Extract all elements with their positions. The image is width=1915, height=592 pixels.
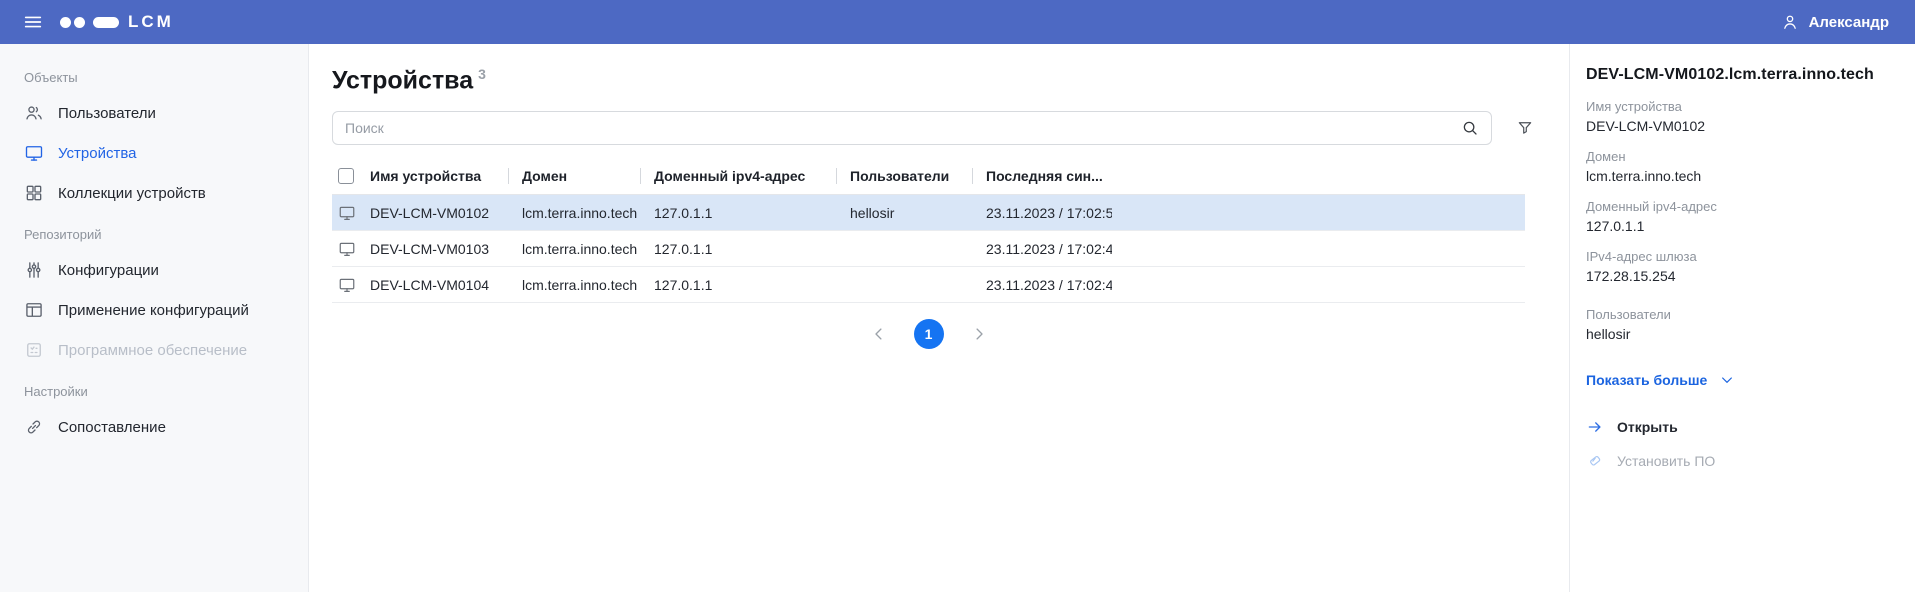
sliders-icon bbox=[24, 260, 44, 280]
install-software-icon bbox=[1586, 452, 1604, 470]
field-value-domain: lcm.terra.inno.tech bbox=[1586, 168, 1895, 184]
sidebar-item-label: Сопоставление bbox=[58, 419, 166, 436]
sidebar-item-devices[interactable]: Устройства bbox=[0, 133, 308, 173]
device-icon bbox=[338, 276, 356, 294]
sidebar-section-repository: Репозиторий bbox=[0, 213, 308, 250]
previous-page-icon[interactable] bbox=[870, 325, 888, 343]
sidebar-item-device-collections[interactable]: Коллекции устройств bbox=[0, 173, 308, 213]
device-icon bbox=[338, 240, 356, 258]
grid-icon bbox=[24, 183, 44, 203]
field-value-device-name: DEV-LCM-VM0102 bbox=[1586, 118, 1895, 134]
field-label-domain: Домен bbox=[1586, 149, 1895, 164]
next-page-icon[interactable] bbox=[970, 325, 988, 343]
field-label-gateway-ip: IPv4-адрес шлюза bbox=[1586, 249, 1895, 264]
sidebar-section-settings: Настройки bbox=[0, 370, 308, 407]
cell-last-sync: 23.11.2023 / 17:02:46 bbox=[972, 241, 1112, 257]
select-all-checkbox[interactable] bbox=[338, 168, 354, 184]
sidebar-item-mapping[interactable]: Сопоставление bbox=[0, 407, 308, 447]
field-value-users: hellosir bbox=[1586, 326, 1895, 342]
search-input[interactable] bbox=[332, 111, 1492, 145]
link-icon bbox=[24, 417, 44, 437]
field-value-gateway-ip: 172.28.15.254 bbox=[1586, 268, 1895, 284]
show-more-link[interactable]: Показать больше bbox=[1586, 372, 1895, 388]
main-content: Устройства3 Имя устройства Домен Доменны… bbox=[309, 44, 1569, 592]
cell-device-name: DEV-LCM-VM0103 bbox=[370, 241, 508, 257]
user-menu[interactable]: Александр bbox=[1780, 12, 1889, 32]
column-header-domain: Домен bbox=[508, 168, 640, 184]
open-device-label: Открыть bbox=[1617, 419, 1678, 435]
column-header-users: Пользователи bbox=[836, 168, 972, 184]
show-more-label: Показать больше bbox=[1586, 372, 1707, 388]
cell-domain: lcm.terra.inno.tech bbox=[508, 241, 640, 257]
install-software-button[interactable]: Установить ПО bbox=[1586, 452, 1895, 470]
open-device-button[interactable]: Открыть bbox=[1586, 418, 1895, 436]
table-row[interactable]: DEV-LCM-VM0104 lcm.terra.inno.tech 127.0… bbox=[332, 267, 1525, 303]
table-row[interactable]: DEV-LCM-VM0102 lcm.terra.inno.tech 127.0… bbox=[332, 195, 1525, 231]
arrow-right-icon bbox=[1586, 418, 1604, 436]
cell-domain: lcm.terra.inno.tech bbox=[508, 205, 640, 221]
table-header: Имя устройства Домен Доменный ipv4-адрес… bbox=[332, 157, 1525, 195]
cell-users: hellosir bbox=[836, 205, 972, 221]
devices-table: Имя устройства Домен Доменный ipv4-адрес… bbox=[332, 157, 1525, 303]
cell-ip: 127.0.1.1 bbox=[640, 241, 836, 257]
cell-device-name: DEV-LCM-VM0104 bbox=[370, 277, 508, 293]
topbar-left: LCM bbox=[22, 11, 174, 33]
details-actions: Открыть Установить ПО bbox=[1586, 418, 1895, 470]
table-row[interactable]: DEV-LCM-VM0103 lcm.terra.inno.tech 127.0… bbox=[332, 231, 1525, 267]
device-icon bbox=[338, 204, 356, 222]
software-icon bbox=[24, 340, 44, 360]
chevron-down-icon bbox=[1719, 372, 1735, 388]
sidebar-item-configurations[interactable]: Конфигурации bbox=[0, 250, 308, 290]
cell-device-name: DEV-LCM-VM0102 bbox=[370, 205, 508, 221]
field-label-device-name: Имя устройства bbox=[1586, 99, 1895, 114]
install-software-label: Установить ПО bbox=[1617, 453, 1715, 469]
details-title: DEV-LCM-VM0102.lcm.terra.inno.tech bbox=[1586, 66, 1895, 84]
pagination: 1 bbox=[332, 319, 1525, 349]
page-number-current[interactable]: 1 bbox=[914, 319, 944, 349]
sidebar-item-software[interactable]: Программное обеспечение bbox=[0, 330, 308, 370]
field-label-users: Пользователи bbox=[1586, 307, 1895, 322]
search-icon[interactable] bbox=[1461, 119, 1479, 137]
column-header-last-sync: Последняя син... bbox=[972, 168, 1112, 184]
sidebar-item-label: Программное обеспечение bbox=[58, 342, 247, 359]
sidebar-item-label: Применение конфигураций bbox=[58, 302, 249, 319]
device-details-panel: DEV-LCM-VM0102.lcm.terra.inno.tech Имя у… bbox=[1569, 44, 1915, 592]
monitor-icon bbox=[24, 143, 44, 163]
layout-icon bbox=[24, 300, 44, 320]
cell-last-sync: 23.11.2023 / 17:02:49 bbox=[972, 277, 1112, 293]
sidebar-section-objects: Объекты bbox=[0, 56, 308, 93]
cell-last-sync: 23.11.2023 / 17:02:51 bbox=[972, 205, 1112, 221]
sidebar-item-label: Пользователи bbox=[58, 105, 156, 122]
sidebar-item-label: Устройства bbox=[58, 145, 136, 162]
cell-domain: lcm.terra.inno.tech bbox=[508, 277, 640, 293]
field-label-domain-ip: Доменный ipv4-адрес bbox=[1586, 199, 1895, 214]
sidebar: Объекты Пользователи Устройства Коллекци… bbox=[0, 44, 309, 592]
topbar: LCM Александр bbox=[0, 0, 1915, 44]
column-header-name: Имя устройства bbox=[370, 168, 508, 184]
cell-ip: 127.0.1.1 bbox=[640, 205, 836, 221]
cell-ip: 127.0.1.1 bbox=[640, 277, 836, 293]
sidebar-item-users[interactable]: Пользователи bbox=[0, 93, 308, 133]
filter-icon[interactable] bbox=[1516, 119, 1534, 137]
lcm-logo-icon bbox=[60, 17, 119, 28]
device-count-badge: 3 bbox=[478, 66, 486, 82]
sidebar-item-apply-configurations[interactable]: Применение конфигураций bbox=[0, 290, 308, 330]
hamburger-menu-icon[interactable] bbox=[22, 11, 44, 33]
sidebar-item-label: Коллекции устройств bbox=[58, 185, 206, 202]
user-name: Александр bbox=[1809, 14, 1889, 31]
users-icon bbox=[24, 103, 44, 123]
column-header-ip: Доменный ipv4-адрес bbox=[640, 168, 836, 184]
page-title: Устройства3 bbox=[332, 66, 1569, 95]
user-icon bbox=[1780, 12, 1800, 32]
brand-title: LCM bbox=[128, 12, 174, 32]
field-value-domain-ip: 127.0.1.1 bbox=[1586, 218, 1895, 234]
sidebar-item-label: Конфигурации bbox=[58, 262, 159, 279]
